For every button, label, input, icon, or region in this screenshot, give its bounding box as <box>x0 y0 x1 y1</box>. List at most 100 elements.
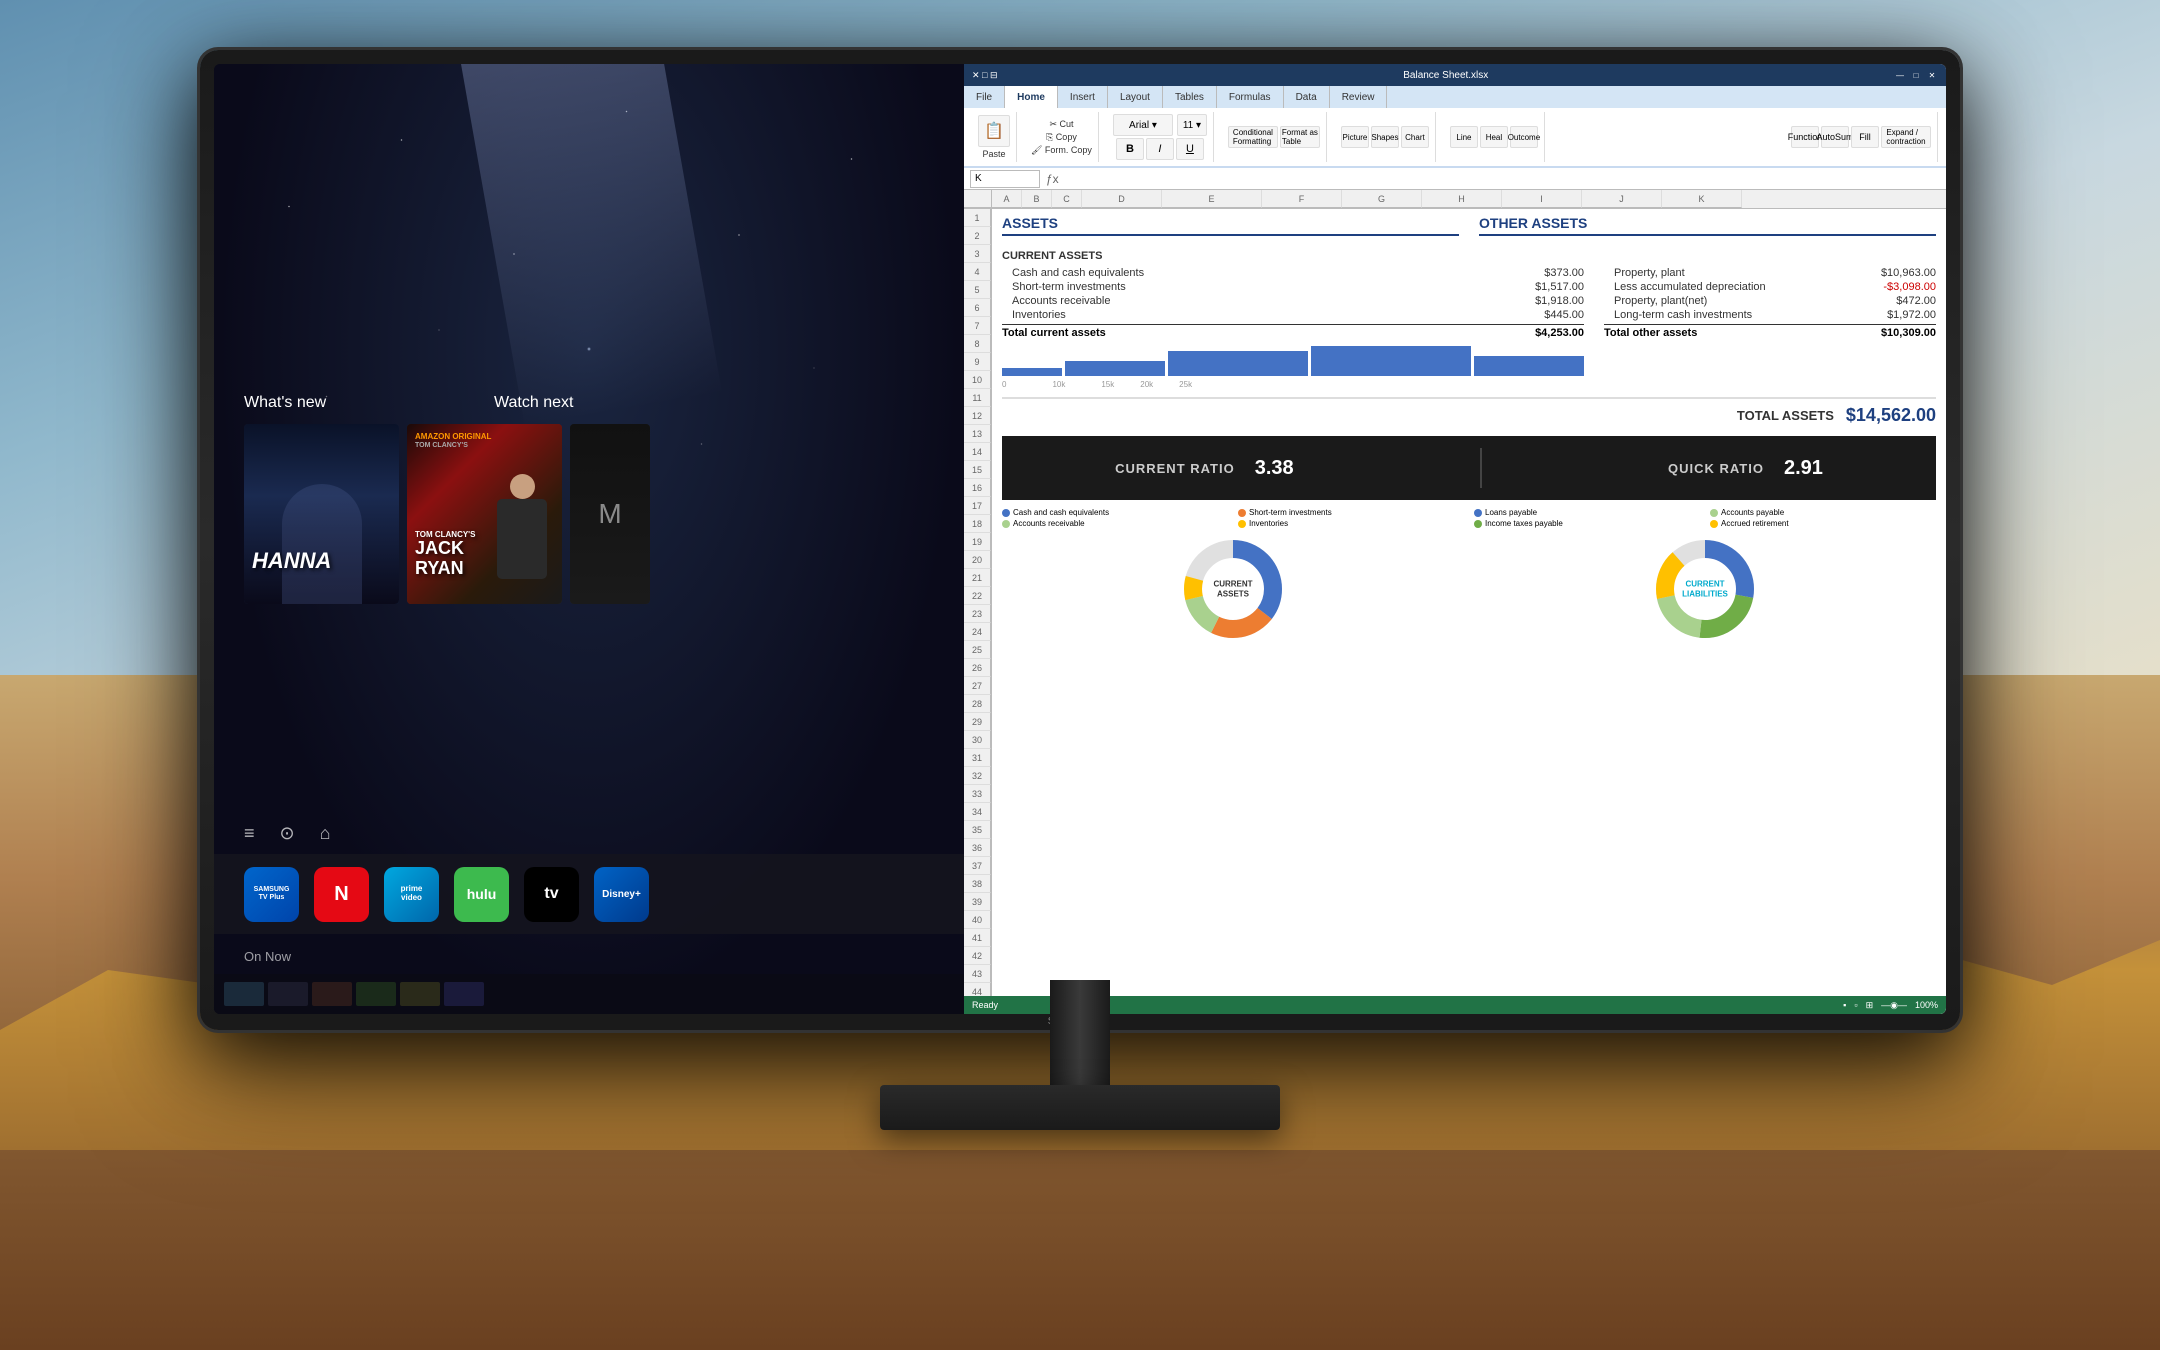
status-right: ▪ ▫ ⊞ —◉— 100% <box>1843 1000 1938 1011</box>
view-layout[interactable]: ▫ <box>1854 1000 1857 1010</box>
view-normal[interactable]: ▪ <box>1843 1000 1846 1010</box>
paste-button[interactable]: 📋 <box>978 115 1010 147</box>
watch-next-label: Watch next <box>494 394 573 412</box>
current-ratio-value: 3.38 <box>1255 457 1294 480</box>
app-prime-video[interactable]: primevideo <box>384 867 439 922</box>
expand-button-ribbon[interactable]: Expand /contraction <box>1881 126 1931 148</box>
fill-button[interactable]: Fill <box>1851 126 1879 148</box>
menu-icon[interactable]: ≡ <box>244 823 255 844</box>
monitor-stand-base <box>880 1085 1280 1130</box>
col-header-D: D <box>1082 190 1162 208</box>
current-assets-legend: Cash and cash equivalents Short-term inv… <box>1002 508 1464 528</box>
donut2-label: CURRENT LIABILITIES <box>1682 579 1728 598</box>
col-header-C: C <box>1052 190 1082 208</box>
legend-shortterm-text: Short-term investments <box>1249 508 1332 517</box>
current-liabilities-donut-wrapper: CURRENT LIABILITIES <box>1474 534 1936 644</box>
col-header-K: K <box>1662 190 1742 208</box>
autosum-button[interactable]: AutoSum <box>1821 126 1849 148</box>
legend-cash-dot <box>1002 509 1010 517</box>
row-38: 38 <box>964 875 991 893</box>
tab-layout[interactable]: Layout <box>1108 86 1163 108</box>
row-1: 1 <box>964 209 991 227</box>
charts-section: Cash and cash equivalents Short-term inv… <box>1002 508 1936 644</box>
less-depreciation-value: -$3,098.00 <box>1866 281 1936 293</box>
inventories-label: Inventories <box>1002 309 1066 321</box>
legend-tax-dot <box>1474 520 1482 528</box>
app-netflix[interactable]: N <box>314 867 369 922</box>
thumbnail-jackryan[interactable]: AMAZON ORIGINAL TOM CLANCY'S TOM CLANCY'… <box>407 424 562 604</box>
row-21: 21 <box>964 569 991 587</box>
conditional-format-button[interactable]: ConditionalFormatting <box>1228 126 1278 148</box>
tab-tables[interactable]: Tables <box>1163 86 1217 108</box>
format-as-table-button[interactable]: Format asTable <box>1280 126 1320 148</box>
row-40: 40 <box>964 911 991 929</box>
total-assets-label: TOTAL ASSETS <box>1737 408 1834 423</box>
underline-button[interactable]: U <box>1176 138 1204 160</box>
legend-shortterm-dot <box>1238 509 1246 517</box>
close-button[interactable]: ✕ <box>1926 69 1938 81</box>
home-icon[interactable]: ⌂ <box>320 823 331 844</box>
row-14: 14 <box>964 443 991 461</box>
legend-accrued: Accrued retirement <box>1710 519 1936 528</box>
copy-button[interactable]: ⎘ Copy <box>1046 132 1077 143</box>
thumbnail-hanna[interactable]: AMAZON ORIGINAL HANNA <box>244 424 399 604</box>
tab-formulas[interactable]: Formulas <box>1217 86 1284 108</box>
ribbon-font-group: Arial ▾ 11 ▾ B I U <box>1107 112 1214 162</box>
excel-title: Balance Sheet.xlsx <box>998 70 1894 81</box>
format-painter-button[interactable]: 🖌 Form. Copy <box>1031 145 1092 156</box>
heal-button[interactable]: Heal <box>1480 126 1508 148</box>
search-icon[interactable]: ⊙ <box>280 823 295 844</box>
chart-button[interactable]: Chart <box>1401 126 1429 148</box>
excel-statusbar: Ready ▪ ▫ ⊞ —◉— 100% <box>964 996 1946 1014</box>
view-pagebreak[interactable]: ⊞ <box>1866 1000 1874 1011</box>
formula-bar: K ƒx <box>964 168 1946 190</box>
col-header-E: E <box>1162 190 1262 208</box>
less-depreciation-row: Less accumulated depreciation -$3,098.00 <box>1604 280 1936 294</box>
row-headers: 1 2 3 4 5 6 7 8 9 10 11 12 13 <box>964 209 992 1014</box>
longterm-cash-label: Long-term cash investments <box>1604 309 1752 321</box>
current-assets-title: CURRENT ASSETS <box>1002 250 1584 262</box>
name-box[interactable]: K <box>970 170 1040 188</box>
zoom-slider[interactable]: —◉— <box>1881 1000 1907 1011</box>
legend-accounts-payable: Accounts payable <box>1710 508 1936 517</box>
app-hulu[interactable]: hulu <box>454 867 509 922</box>
app-disney-plus[interactable]: Disney+ <box>594 867 649 922</box>
row-9: 9 <box>964 353 991 371</box>
row-26: 26 <box>964 659 991 677</box>
expand-button[interactable]: □ <box>1910 69 1922 81</box>
shapes-button[interactable]: Shapes <box>1371 126 1399 148</box>
tab-file[interactable]: File <box>964 86 1005 108</box>
function-button[interactable]: Function <box>1791 126 1819 148</box>
italic-button[interactable]: I <box>1146 138 1174 160</box>
column-headers: A B C D E F G H I J K <box>964 190 1946 209</box>
row-23: 23 <box>964 605 991 623</box>
bold-button[interactable]: B <box>1116 138 1144 160</box>
tab-home[interactable]: Home <box>1005 86 1058 108</box>
legend-cash-text: Cash and cash equivalents <box>1013 508 1109 517</box>
monitor: SAMSUNG What's new Watch next AMAZON ORI… <box>200 50 1960 1150</box>
jackryan-badge: AMAZON ORIGINAL <box>415 432 491 441</box>
line-button[interactable]: Line <box>1450 126 1478 148</box>
app-samsung-tvplus[interactable]: SAMSUNGTV Plus <box>244 867 299 922</box>
cut-button[interactable]: ✂ Cut <box>1049 119 1073 130</box>
tab-review[interactable]: Review <box>1330 86 1388 108</box>
picture-button[interactable]: Picture <box>1341 126 1369 148</box>
tab-insert[interactable]: Insert <box>1058 86 1108 108</box>
current-assets-donut-wrapper: CURRENT ASSETS <box>1002 534 1464 644</box>
formula-input[interactable] <box>1065 170 1940 188</box>
excel-ribbon-tabs: File Home Insert Layout Tables Formulas … <box>964 86 1946 108</box>
outcome-button[interactable]: Outcome <box>1510 126 1538 148</box>
donut1-label: CURRENT ASSETS <box>1213 579 1252 598</box>
tab-data[interactable]: Data <box>1284 86 1330 108</box>
total-other-assets-value: $10,309.00 <box>1881 327 1936 339</box>
app-apple-tv[interactable]: tv <box>524 867 579 922</box>
row-41: 41 <box>964 929 991 947</box>
short-term-row: Short-term investments $1,517.00 <box>1002 280 1584 294</box>
minimize-button[interactable]: — <box>1894 69 1906 81</box>
paste-label: Paste <box>982 149 1005 159</box>
font-select[interactable]: Arial ▾ <box>1113 114 1173 136</box>
font-size-select[interactable]: 11 ▾ <box>1177 114 1207 136</box>
thumbnail-mystery[interactable]: M <box>570 424 650 604</box>
sheet-content-area: ASSETS OTHER ASSETS CURRENT ASSETS <box>992 209 1946 1014</box>
col-header-H: H <box>1422 190 1502 208</box>
